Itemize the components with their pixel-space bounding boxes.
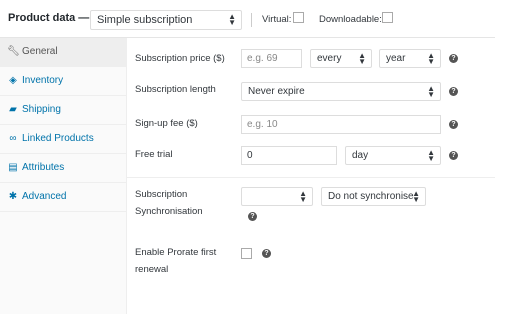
prorate-label-line2: renewal	[135, 264, 169, 275]
virtual-checkbox[interactable]	[293, 12, 304, 23]
tab-shipping-label: Shipping	[22, 104, 61, 115]
subscription-length-select[interactable]: Never expire ▲ ▼	[241, 82, 441, 101]
select-arrows-icon: ▲ ▼	[228, 12, 236, 27]
virtual-label: Virtual:	[262, 14, 292, 25]
billing-period-value: year	[386, 53, 406, 64]
product-type-select[interactable]: Simple subscription ▲ ▼	[90, 10, 242, 30]
select-arrows-icon: ▲ ▼	[299, 189, 307, 204]
sync-option-select[interactable]: Do not synchronise ▲ ▼	[321, 187, 426, 206]
tab-advanced-label: Advanced	[22, 191, 67, 202]
tab-general-label: General	[22, 46, 58, 57]
select-arrows-icon: ▲ ▼	[427, 51, 435, 66]
help-icon[interactable]: ?	[449, 151, 458, 160]
gear-icon: ✱	[8, 191, 18, 202]
help-icon[interactable]: ?	[449, 87, 458, 96]
help-icon[interactable]: ?	[248, 212, 257, 221]
signup-fee-input[interactable]	[241, 115, 441, 134]
free-trial-length-input[interactable]	[241, 146, 337, 165]
prorate-label-line1: Enable Prorate first	[135, 247, 217, 258]
free-trial-label: Free trial	[135, 149, 173, 160]
wrench-icon: 🔧︎	[7, 46, 20, 57]
help-icon[interactable]: ?	[449, 120, 458, 129]
link-icon: ∞	[9, 133, 17, 144]
sync-option-value: Do not synchronise	[328, 191, 414, 202]
general-panel: Subscription price ($) every ▲▼ year ▲▼ …	[127, 38, 495, 314]
subscription-price-label: Subscription price ($)	[135, 53, 225, 64]
tab-linked-products-label: Linked Products	[22, 133, 94, 144]
downloadable-checkbox[interactable]	[382, 12, 393, 23]
list-icon: ▤	[8, 162, 18, 173]
billing-interval-value: every	[317, 53, 342, 64]
help-icon[interactable]: ?	[449, 54, 458, 63]
product-data-title: Product data —	[8, 12, 90, 24]
free-trial-period-select[interactable]: day ▲ ▼	[345, 146, 441, 165]
subscription-price-input[interactable]	[241, 49, 302, 68]
billing-period-select[interactable]: year ▲ ▼	[379, 49, 441, 68]
billing-interval-select[interactable]: every ▲ ▼	[310, 49, 372, 68]
subscription-length-label: Subscription length	[135, 84, 216, 95]
select-arrows-icon: ▲ ▼	[427, 84, 435, 99]
synchronisation-label-line2: Synchronisation	[135, 206, 203, 217]
tab-general[interactable]: 🔧︎ General	[0, 38, 126, 67]
tab-inventory-label: Inventory	[22, 75, 64, 86]
free-trial-period-value: day	[352, 150, 369, 161]
sync-day-select[interactable]: ▲ ▼	[241, 187, 313, 206]
downloadable-label: Downloadable:	[319, 14, 382, 25]
synchronisation-label-line1: Subscription	[135, 189, 188, 200]
help-icon[interactable]: ?	[262, 249, 271, 258]
select-arrows-icon: ▲ ▼	[412, 189, 420, 204]
truck-icon: ▰	[9, 104, 17, 115]
signup-fee-label: Sign-up fee ($)	[135, 118, 198, 129]
tab-inventory[interactable]: ◈ Inventory	[0, 67, 126, 96]
header-divider	[251, 13, 252, 27]
section-divider	[127, 177, 495, 178]
tab-linked-products[interactable]: ∞ Linked Products	[0, 125, 126, 154]
select-arrows-icon: ▲ ▼	[358, 51, 366, 66]
tab-advanced[interactable]: ✱ Advanced	[0, 183, 126, 212]
prorate-checkbox[interactable]	[241, 248, 252, 259]
tab-attributes[interactable]: ▤ Attributes	[0, 154, 126, 183]
product-data-tabs: 🔧︎ General ◈ Inventory ▰ Shipping ∞ Link…	[0, 38, 127, 314]
tag-icon: ◈	[9, 75, 17, 86]
select-arrows-icon: ▲ ▼	[427, 148, 435, 163]
product-type-value: Simple subscription	[97, 14, 193, 26]
subscription-length-value: Never expire	[248, 86, 305, 97]
product-data-header: Product data — Simple subscription ▲ ▼ Vi…	[0, 0, 495, 38]
tab-attributes-label: Attributes	[22, 162, 65, 173]
tab-shipping[interactable]: ▰ Shipping	[0, 96, 126, 125]
